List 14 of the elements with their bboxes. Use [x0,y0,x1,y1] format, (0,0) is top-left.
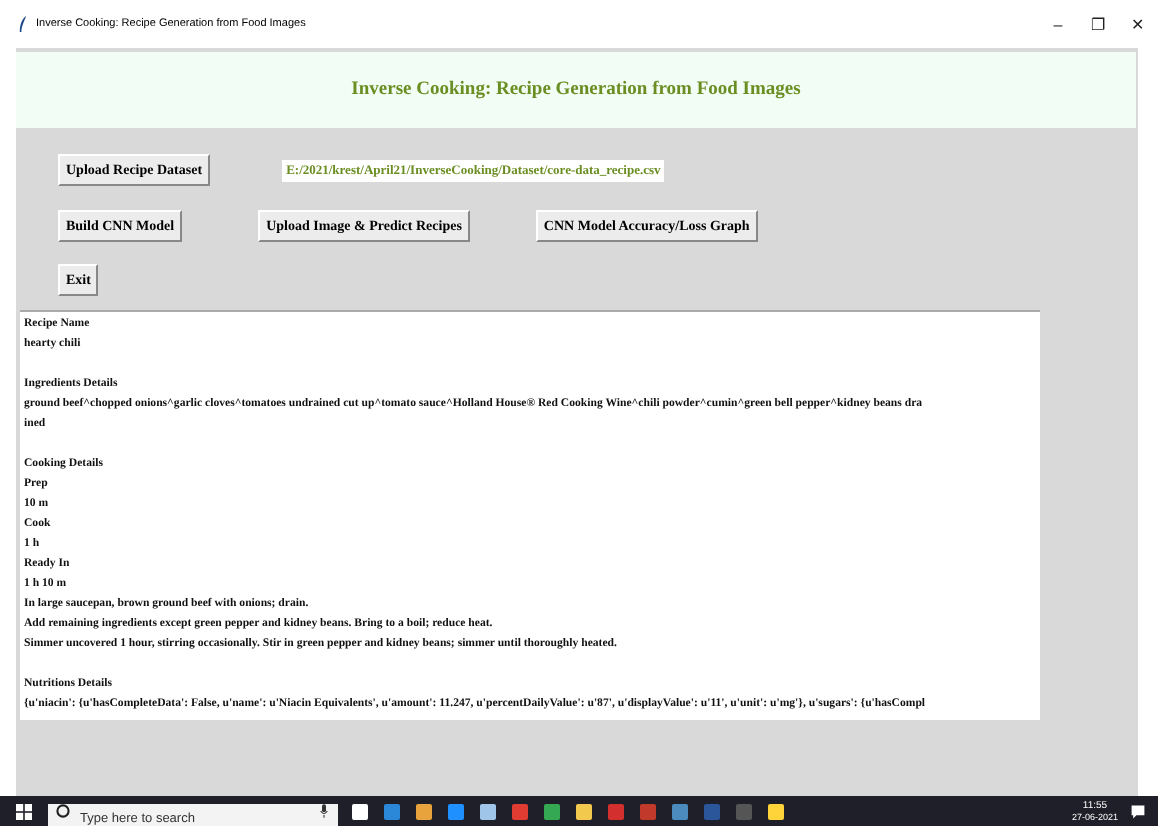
windows-logo-icon[interactable] [16,803,32,819]
window-control[interactable]: – [1038,15,1078,33]
notification-icon[interactable] [1130,803,1146,819]
taskbar-app-icon[interactable] [574,801,594,821]
window-control[interactable]: ✕ [1118,15,1158,33]
window-control[interactable]: ❐ [1078,15,1118,33]
app-header: Inverse Cooking: Recipe Generation from Food Images [16,52,1136,128]
feather-icon [18,16,28,32]
microphone-icon [320,804,328,818]
output-text-area[interactable] [20,310,1040,720]
taskbar-app-icon[interactable] [478,801,498,821]
taskbar-app-icon[interactable] [414,801,434,821]
taskbar-app-icon[interactable] [350,801,370,821]
taskbar-app-icon[interactable] [766,801,786,821]
